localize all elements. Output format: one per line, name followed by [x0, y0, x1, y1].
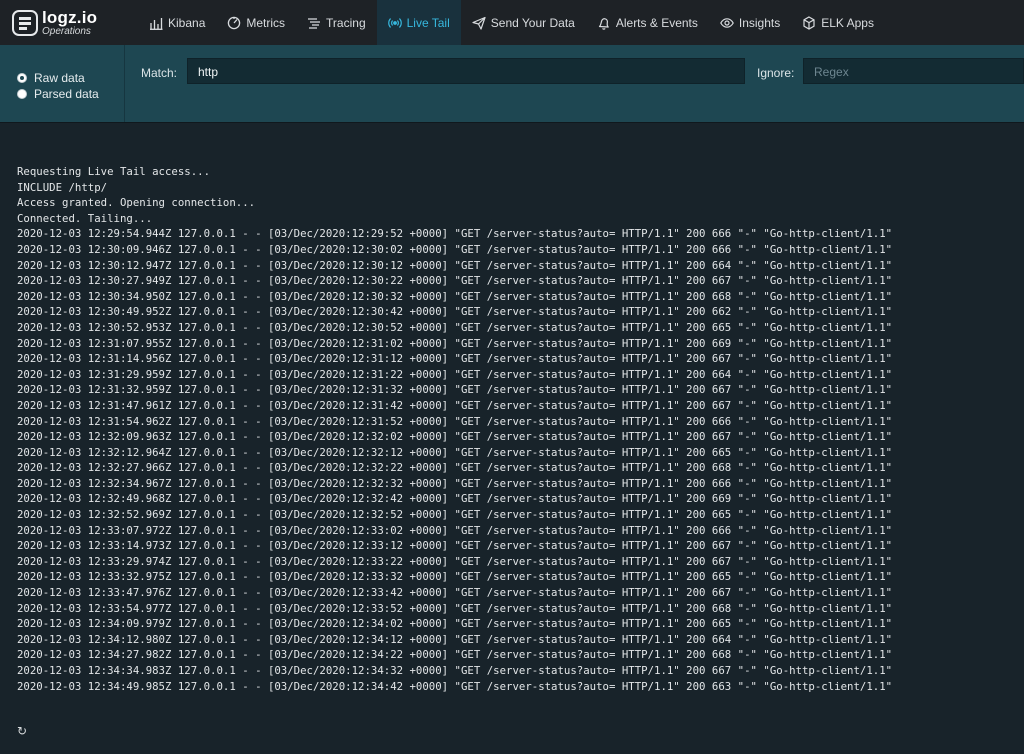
bell-icon — [598, 17, 609, 30]
nav-label-insights: Insights — [738, 15, 781, 30]
log-line: 2020-12-03 12:30:34.950Z 127.0.0.1 - - [… — [17, 289, 893, 303]
nav-item-live-tail[interactable]: Live Tail — [376, 0, 461, 45]
log-line: 2020-12-03 12:30:27.949Z 127.0.0.1 - - [… — [17, 274, 893, 288]
brand-subtitle: Operations — [42, 26, 91, 37]
log-line: 2020-12-03 12:30:09.946Z 127.0.0.1 - - [… — [17, 242, 893, 256]
log-line: 2020-12-03 12:31:14.956Z 127.0.0.1 - - [… — [17, 352, 893, 366]
logzio-logo[interactable]: logz.io Operations — [12, 6, 97, 40]
parsed-data-radio[interactable] — [17, 89, 27, 99]
match-input[interactable]: http — [187, 58, 745, 84]
nav-item-tracing[interactable]: Tracing — [296, 0, 377, 45]
log-line: 2020-12-03 12:33:07.972Z 127.0.0.1 - - [… — [17, 523, 893, 537]
send-icon — [472, 16, 486, 30]
log-line: 2020-12-03 12:33:54.977Z 127.0.0.1 - - [… — [17, 601, 893, 615]
raw-data-label: Raw data — [34, 71, 85, 85]
bar-chart-icon — [150, 17, 163, 30]
log-line: 2020-12-03 12:30:52.953Z 127.0.0.1 - - [… — [17, 320, 893, 334]
raw-data-radio[interactable] — [17, 73, 27, 83]
nav-item-elk-apps[interactable]: ELK Apps — [791, 0, 885, 45]
nav-label-elk-apps: ELK Apps — [821, 15, 874, 30]
data-mode-selector: Raw data Parsed data — [0, 45, 125, 122]
nav-item-kibana[interactable]: Kibana — [138, 0, 216, 45]
log-line: 2020-12-03 12:32:52.969Z 127.0.0.1 - - [… — [17, 508, 893, 522]
nav-label-send-your-data: Send Your Data — [490, 15, 575, 30]
log-line: 2020-12-03 12:32:12.964Z 127.0.0.1 - - [… — [17, 445, 893, 459]
log-line: INCLUDE /http/ — [17, 180, 108, 194]
nav-item-insights[interactable]: Insights — [709, 0, 791, 45]
parsed-data-label: Parsed data — [34, 87, 99, 101]
log-line: 2020-12-03 12:32:34.967Z 127.0.0.1 - - [… — [17, 476, 893, 490]
log-line: 2020-12-03 12:33:47.976Z 127.0.0.1 - - [… — [17, 586, 893, 600]
log-line: Connected. Tailing... — [17, 211, 153, 225]
nav-label-metrics: Metrics — [246, 15, 286, 30]
log-line: 2020-12-03 12:34:34.983Z 127.0.0.1 - - [… — [17, 664, 893, 677]
nav-item-metrics[interactable]: Metrics — [216, 0, 296, 45]
nav-label-alerts-events: Alerts & Events — [615, 15, 698, 30]
log-line: 2020-12-03 12:34:49.985Z 127.0.0.1 - - [… — [17, 679, 893, 693]
log-line: 2020-12-03 12:32:09.963Z 127.0.0.1 - - [… — [17, 430, 893, 444]
log-line: 2020-12-03 12:30:49.952Z 127.0.0.1 - - [… — [17, 305, 893, 319]
log-line: 2020-12-03 12:33:14.973Z 127.0.0.1 - - [… — [17, 539, 893, 553]
log-line: 2020-12-03 12:31:32.959Z 127.0.0.1 - - [… — [17, 383, 893, 397]
live-tail-filter-panel: Raw data Parsed data Match: http Ignore:… — [0, 45, 1024, 123]
log-line: 2020-12-03 12:33:29.974Z 127.0.0.1 - - [… — [17, 554, 893, 568]
nav-label-kibana: Kibana — [168, 15, 206, 30]
loading-spinner-icon: ↻ — [17, 724, 28, 738]
log-line: 2020-12-03 12:29:54.944Z 127.0.0.1 - - [… — [17, 227, 893, 241]
log-line: 2020-12-03 12:31:07.955Z 127.0.0.1 - - [… — [17, 336, 893, 350]
apps-icon — [803, 15, 815, 30]
match-label: Match: — [141, 66, 178, 80]
log-line: 2020-12-03 12:31:29.959Z 127.0.0.1 - - [… — [17, 367, 893, 381]
raw-data-option[interactable]: Raw data — [17, 71, 85, 85]
broadcast-icon — [387, 17, 402, 28]
ignore-input[interactable]: Regex — [803, 58, 1024, 84]
log-line: 2020-12-03 12:34:09.979Z 127.0.0.1 - - [… — [17, 617, 893, 631]
gauge-icon — [228, 16, 241, 29]
top-navigation-bar: logz.io Operations Kibana Metrics Tracin… — [0, 0, 1024, 46]
live-tail-log-output: Requesting Live Tail access... INCLUDE /h… — [17, 164, 892, 694]
log-line: Requesting Live Tail access... — [17, 165, 211, 178]
log-line: Access granted. Opening connection... — [17, 196, 256, 210]
log-line: 2020-12-03 12:31:54.962Z 127.0.0.1 - - [… — [17, 414, 893, 428]
log-line: 2020-12-03 12:34:27.982Z 127.0.0.1 - - [… — [17, 648, 893, 662]
log-line: 2020-12-03 12:30:12.947Z 127.0.0.1 - - [… — [17, 258, 893, 272]
nav-label-live-tail: Live Tail — [406, 15, 450, 30]
main-nav: Kibana Metrics Tracing Live Tail Send Yo… — [138, 0, 885, 45]
log-line: 2020-12-03 12:31:47.961Z 127.0.0.1 - - [… — [17, 398, 893, 412]
tracing-icon — [308, 17, 321, 29]
nav-item-send-your-data[interactable]: Send Your Data — [461, 0, 586, 45]
parsed-data-option[interactable]: Parsed data — [17, 87, 99, 101]
log-line: 2020-12-03 12:32:49.968Z 127.0.0.1 - - [… — [17, 492, 893, 506]
log-line: 2020-12-03 12:34:12.980Z 127.0.0.1 - - [… — [17, 632, 893, 646]
ignore-label: Ignore: — [757, 66, 795, 80]
nav-label-tracing: Tracing — [326, 15, 366, 30]
log-line: 2020-12-03 12:33:32.975Z 127.0.0.1 - - [… — [17, 570, 893, 584]
nav-item-alerts-events[interactable]: Alerts & Events — [586, 0, 709, 45]
log-line: 2020-12-03 12:32:27.966Z 127.0.0.1 - - [… — [17, 461, 893, 475]
eye-icon — [719, 17, 734, 28]
logo-mark-icon — [12, 10, 38, 36]
brand-name: logz.io — [42, 8, 98, 27]
